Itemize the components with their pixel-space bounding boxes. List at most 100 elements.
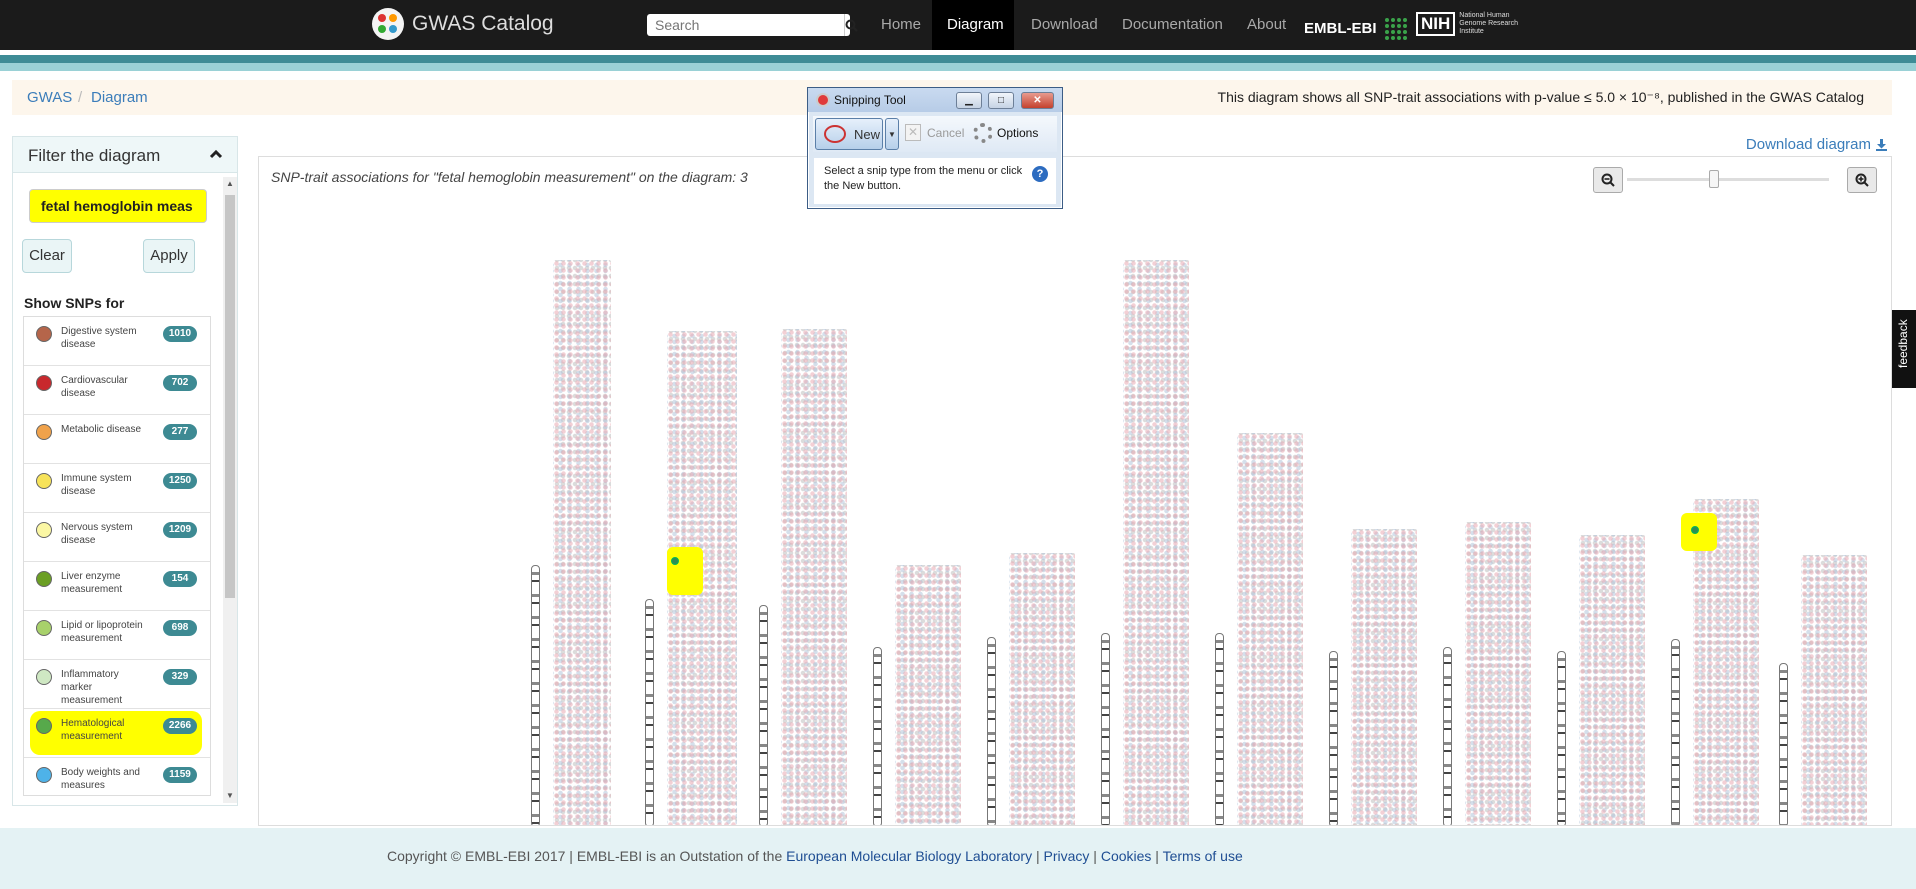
brand-name: GWAS Catalog — [412, 12, 554, 35]
chromosome-7[interactable] — [1215, 633, 1224, 825]
nih-logo: NIH — [1416, 12, 1456, 36]
embl-link[interactable]: European Molecular Biology Laboratory — [786, 848, 1032, 864]
nav-download[interactable]: Download — [1016, 0, 1113, 50]
category-label: Digestive system disease — [61, 326, 137, 350]
scroll-thumb[interactable] — [225, 195, 235, 598]
snp-marker[interactable] — [1691, 526, 1699, 534]
search-input[interactable] — [647, 14, 844, 36]
feedback-label: feedback — [1896, 319, 1910, 368]
download-diagram-link[interactable]: Download diagram — [1746, 136, 1888, 153]
list-item[interactable]: Body weights and measures 1159 — [24, 758, 210, 795]
snipping-tool-window: Snipping Tool ▁ □ ✕ New ▼ ✕ Cancel Optio… — [807, 87, 1063, 209]
clear-button[interactable]: Clear — [22, 239, 72, 273]
chromosome-2[interactable] — [645, 599, 654, 825]
category-color-dot — [36, 473, 52, 489]
apply-button[interactable]: Apply — [143, 239, 195, 273]
chromosome-9[interactable] — [1443, 647, 1452, 825]
gear-icon — [973, 123, 993, 143]
breadcrumb-gwas[interactable]: GWAS — [27, 89, 72, 106]
zoom-slider-track[interactable] — [1627, 178, 1829, 181]
highlight-mark — [1681, 513, 1717, 551]
search-button[interactable] — [844, 14, 858, 36]
feedback-tab[interactable]: feedback — [1892, 310, 1916, 388]
footer: Copyright © EMBL-EBI 2017 | EMBL-EBI is … — [0, 828, 1916, 889]
options-label: Options — [997, 126, 1039, 140]
snipping-toolbar: New ▼ ✕ Cancel Options — [813, 116, 1057, 152]
chromosome-6[interactable] — [1101, 633, 1110, 825]
scroll-up-icon[interactable]: ▲ — [225, 179, 235, 189]
terms-link[interactable]: Terms of use — [1163, 848, 1243, 864]
header-stripe-light — [0, 63, 1916, 71]
breadcrumb-separator: / — [78, 89, 83, 106]
scroll-down-icon[interactable]: ▼ — [225, 791, 235, 801]
chromosome-10[interactable] — [1557, 651, 1566, 825]
list-item[interactable]: Liver enzyme measurement 154 — [24, 562, 210, 611]
footer-separator: | — [1151, 848, 1163, 864]
snp-cluster — [1123, 260, 1189, 825]
help-icon[interactable]: ? — [1032, 166, 1048, 182]
filter-header[interactable]: Filter the diagram — [13, 137, 237, 173]
close-button[interactable]: ✕ — [1021, 92, 1054, 109]
count-badge: 277 — [163, 424, 197, 440]
list-item[interactable]: Lipid or lipoprotein measurement 698 — [24, 611, 210, 660]
breadcrumb-diagram[interactable]: Diagram — [91, 89, 148, 106]
category-color-dot — [36, 522, 52, 538]
category-label: Cardiovascular disease — [61, 375, 128, 399]
nih-link[interactable]: NIH National Human Genome Research Insti… — [1416, 12, 1537, 36]
maximize-button[interactable]: □ — [988, 92, 1014, 109]
gwas-diagram[interactable]: SNP-trait associations for "fetal hemogl… — [258, 156, 1892, 826]
count-badge: 329 — [163, 669, 197, 685]
snp-marker[interactable] — [671, 557, 679, 565]
category-color-dot — [36, 375, 52, 391]
top-navbar: GWAS Catalog Home Diagram Download Docum… — [0, 0, 1916, 50]
minimize-button[interactable]: ▁ — [956, 92, 982, 109]
category-color-dot — [36, 620, 52, 636]
snipping-tool-titlebar[interactable]: Snipping Tool ▁ □ ✕ — [808, 88, 1062, 112]
cookies-link[interactable]: Cookies — [1101, 848, 1152, 864]
nav-about[interactable]: About — [1232, 0, 1301, 50]
snip-mode-dropdown[interactable]: ▼ — [885, 118, 899, 150]
chevron-up-icon[interactable] — [209, 149, 223, 159]
cancel-button[interactable]: ✕ Cancel — [905, 124, 964, 141]
snp-cluster — [895, 565, 961, 825]
brand[interactable]: GWAS Catalog — [372, 8, 554, 40]
category-color-dot — [36, 767, 52, 783]
pvalue-note: This diagram shows all SNP-trait associa… — [1217, 89, 1864, 105]
snipping-tool-message: Select a snip type from the menu or clic… — [824, 165, 1023, 192]
list-item[interactable]: Hematological measurement 2266 — [24, 709, 210, 758]
chromosome-8[interactable] — [1329, 651, 1338, 825]
snp-cluster — [1801, 555, 1867, 825]
zoom-out-button[interactable] — [1593, 167, 1623, 193]
category-label: Hematological measurement — [61, 718, 125, 742]
list-item[interactable]: Digestive system disease 1010 — [24, 317, 210, 366]
diagram-caption: SNP-trait associations for "fetal hemogl… — [271, 169, 748, 185]
embl-ebi-link[interactable]: EMBL-EBI — [1304, 16, 1407, 40]
list-item[interactable]: Immune system disease 1250 — [24, 464, 210, 513]
new-snip-button[interactable]: New — [815, 118, 883, 150]
trait-filter-input[interactable]: fetal hemoglobin meas — [29, 189, 207, 223]
list-item[interactable]: Metabolic disease 277 — [24, 415, 210, 464]
count-badge: 1250 — [163, 473, 197, 489]
chromosome-1[interactable] — [531, 565, 540, 825]
list-item[interactable]: Nervous system disease 1209 — [24, 513, 210, 562]
category-color-dot — [36, 669, 52, 685]
chromosome-11[interactable] — [1671, 639, 1680, 825]
privacy-link[interactable]: Privacy — [1044, 848, 1090, 864]
list-item[interactable]: Inflammatory marker measurement 329 — [24, 660, 210, 709]
nav-diagram[interactable]: Diagram — [932, 0, 1014, 50]
zoom-slider-handle[interactable] — [1709, 170, 1719, 188]
chromosome-4[interactable] — [873, 647, 882, 825]
category-color-dot — [36, 571, 52, 587]
options-button[interactable]: Options — [973, 123, 1039, 143]
category-label: Metabolic disease — [61, 424, 142, 435]
chromosome-12[interactable] — [1779, 663, 1788, 825]
list-item[interactable]: Cardiovascular disease 702 — [24, 366, 210, 415]
zoom-in-button[interactable] — [1847, 167, 1877, 193]
chromosome-3[interactable] — [759, 605, 768, 825]
nav-home[interactable]: Home — [866, 0, 936, 50]
chromosome-5[interactable] — [987, 637, 996, 825]
filter-scrollbar[interactable]: ▲ ▼ — [223, 177, 237, 803]
filter-title: Filter the diagram — [28, 146, 161, 165]
count-badge: 1010 — [163, 326, 197, 342]
nav-documentation[interactable]: Documentation — [1107, 0, 1238, 50]
